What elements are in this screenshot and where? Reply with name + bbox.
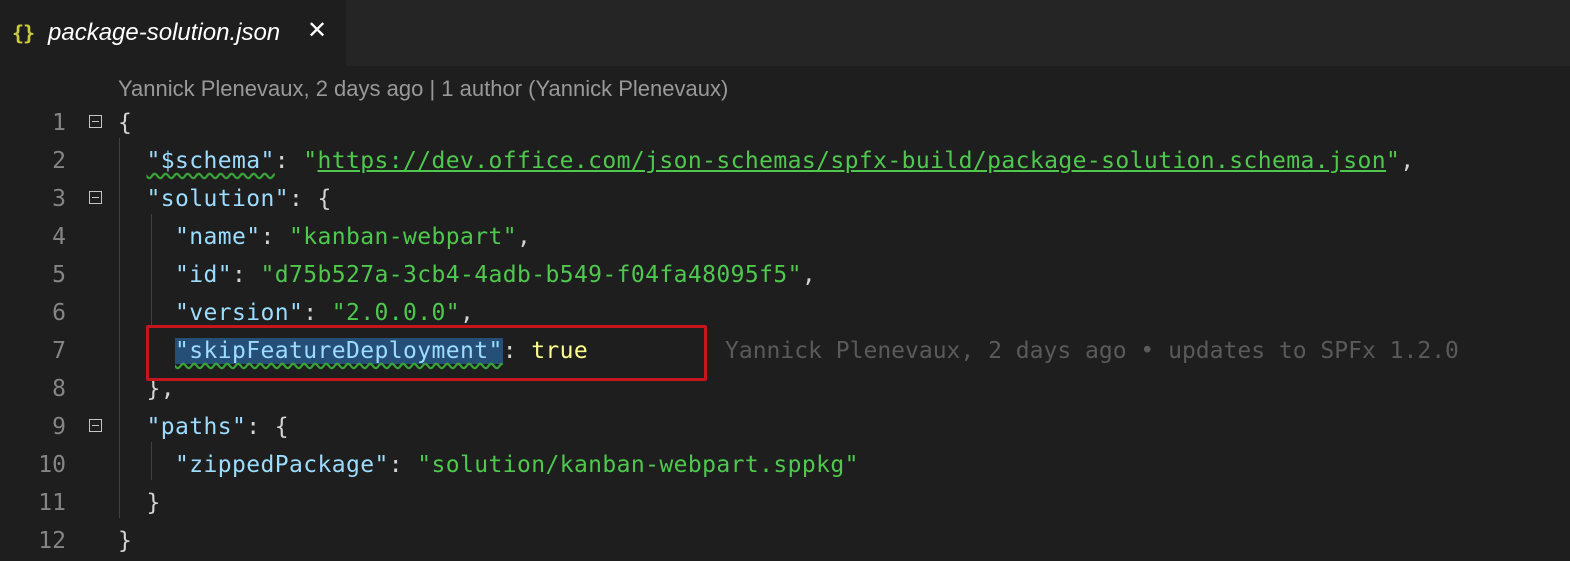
code-line-9: 9 "paths": { <box>0 408 1570 446</box>
line-number: 2 <box>52 148 66 174</box>
code-text: "name": "kanban-webpart", <box>175 224 532 250</box>
code-text: } <box>146 490 161 516</box>
line-number: 1 <box>52 110 66 136</box>
code-text: "paths": { <box>146 414 289 440</box>
tab-package-solution-json[interactable]: {} package-solution.json ✕ <box>0 0 346 66</box>
code-line-5: 5 "id": "d75b527a-3cb4-4adb-b549-f04fa48… <box>0 256 1570 294</box>
tab-filename: package-solution.json <box>48 19 281 46</box>
line-number: 9 <box>52 414 66 440</box>
fold-collapse-icon[interactable] <box>89 115 102 128</box>
code-line-1: 1 { <box>0 104 1570 142</box>
code-text: "$schema": "https://dev.office.com/json-… <box>146 148 1415 174</box>
annotation-highlight-box <box>146 325 707 381</box>
code-line-4: 4 "name": "kanban-webpart", <box>0 218 1570 256</box>
json-key-id: "id" <box>175 262 232 288</box>
json-value-name: "kanban-webpart" <box>288 224 517 250</box>
fold-collapse-icon[interactable] <box>89 419 102 432</box>
code-line-10: 10 "zippedPackage": "solution/kanban-web… <box>0 446 1570 484</box>
line-number: 12 <box>38 528 66 554</box>
close-icon[interactable]: ✕ <box>307 16 327 44</box>
json-key-version: "version" <box>175 300 304 326</box>
line-number: 10 <box>38 452 66 478</box>
json-value-version: "2.0.0.0" <box>331 300 460 326</box>
schema-url-link[interactable]: https://dev.office.com/json-schemas/spfx… <box>317 148 1386 174</box>
codelens-blame[interactable]: Yannick Plenevaux, 2 days ago | 1 author… <box>118 74 728 104</box>
json-value-zipped-package: "solution/kanban-webpart.sppkg" <box>417 452 859 478</box>
code-text: "zippedPackage": "solution/kanban-webpar… <box>175 452 859 478</box>
inline-blame: Yannick Plenevaux, 2 days ago • updates … <box>725 338 1459 364</box>
json-key-name: "name" <box>175 224 261 250</box>
line-number: 8 <box>52 376 66 402</box>
json-key-zipped-package: "zippedPackage" <box>175 452 389 478</box>
json-key-solution: "solution" <box>146 186 289 212</box>
code-text: "solution": { <box>146 186 332 212</box>
code-line-12: 12 } <box>0 522 1570 560</box>
code-line-2: 2 "$schema": "https://dev.office.com/jso… <box>0 142 1570 180</box>
code-text: { <box>118 110 133 136</box>
line-number: 6 <box>52 300 66 326</box>
code-line-3: 3 "solution": { <box>0 180 1570 218</box>
fold-collapse-icon[interactable] <box>89 191 102 204</box>
json-key-schema: "$schema" <box>146 148 275 174</box>
line-number: 11 <box>38 490 66 516</box>
json-braces-icon: {} <box>12 21 35 45</box>
line-number: 4 <box>52 224 66 250</box>
line-number: 5 <box>52 262 66 288</box>
code-text: "id": "d75b527a-3cb4-4adb-b549-f04fa4809… <box>175 262 817 288</box>
line-number: 3 <box>52 186 66 212</box>
tab-bar: {} package-solution.json ✕ <box>0 0 1570 66</box>
json-value-id: "d75b527a-3cb4-4adb-b549-f04fa48095f5" <box>260 262 802 288</box>
json-key-paths: "paths" <box>146 414 247 440</box>
line-number: 7 <box>52 338 66 364</box>
code-text: } <box>118 528 133 554</box>
code-line-11: 11 } <box>0 484 1570 522</box>
